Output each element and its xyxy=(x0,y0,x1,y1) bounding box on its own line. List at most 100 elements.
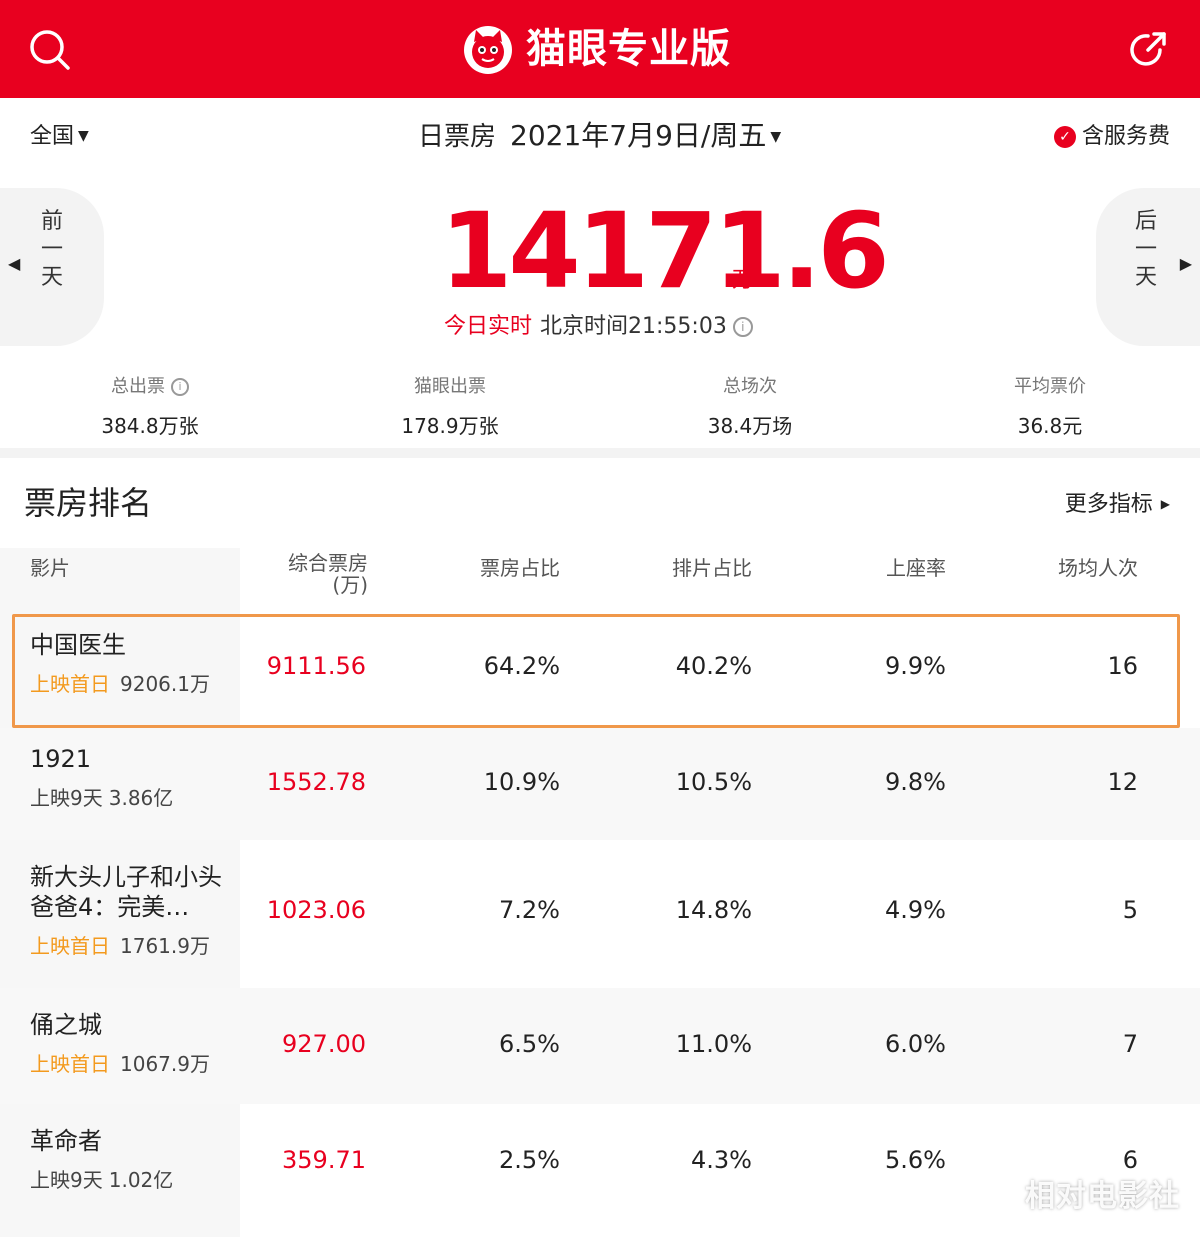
table-row[interactable]: 中国医生 上映首日 9206.1万 9111.56 64.2% 40.2% 9.9… xyxy=(0,612,1200,728)
service-fee-toggle[interactable]: ✓ 含服务费 xyxy=(1053,118,1170,150)
cumulative-box-office: 1.02亿 xyxy=(108,1168,174,1192)
release-status: 上映9天 xyxy=(30,1168,103,1192)
film-name: 俑之城 xyxy=(30,1011,102,1039)
box-office-value: 1552.78 xyxy=(266,768,366,796)
box-share-value: 2.5% xyxy=(499,1146,560,1174)
column-header-schedule-share[interactable]: 排片占比 xyxy=(620,552,752,581)
film-cell: 俑之城 上映首日 1067.9万 xyxy=(30,1010,230,1077)
stat-label: 猫眼出票 xyxy=(414,376,486,397)
schedule-share-value: 11.0% xyxy=(675,1030,752,1058)
service-fee-label: 含服务费 xyxy=(1081,124,1170,149)
avg-attendance-value: 7 xyxy=(1122,1030,1138,1058)
cumulative-box-office: 1067.9万 xyxy=(120,1052,210,1076)
realtime-line: 今日实时 北京时间21:55:03 i xyxy=(444,308,753,340)
cumulative-box-office: 1761.9万 xyxy=(120,934,210,958)
ranking-title: 票房排名 xyxy=(24,484,153,522)
chevron-right-icon: ▶ xyxy=(1179,254,1192,273)
cumulative-box-office: 9206.1万 xyxy=(120,672,210,696)
search-icon[interactable] xyxy=(28,28,72,72)
daily-total-panel: ◀ 前一天 14171.6 万 今日实时 北京时间21:55:03 i 后一天 ▶ xyxy=(0,170,1200,360)
film-cell: 1921 上映9天 3.86亿 xyxy=(30,744,230,811)
chevron-left-icon: ◀ xyxy=(8,254,21,273)
stat-total-tickets: 总出票 i 384.8万张 xyxy=(0,372,300,448)
region-selector[interactable]: 全国 ▼ xyxy=(30,118,89,150)
more-metrics-label: 更多指标 xyxy=(1064,492,1153,517)
film-cell: 新大头儿子和小头爸爸4：完美… 上映首日 1761.9万 xyxy=(30,862,230,959)
box-share-value: 64.2% xyxy=(483,652,560,680)
stat-value: 384.8万张 xyxy=(101,414,199,438)
schedule-share-value: 14.8% xyxy=(675,896,752,924)
stat-label: 总出票 xyxy=(111,376,165,397)
cumulative-box-office: 3.86亿 xyxy=(108,786,174,810)
app-title: 猫眼专业版 xyxy=(526,26,731,72)
stat-value: 36.8元 xyxy=(1017,414,1083,438)
stats-row: 总出票 i 384.8万张 猫眼出票 178.9万张 总场次 38.4万场 平均票… xyxy=(0,372,1200,448)
seat-rate-value: 9.9% xyxy=(885,652,946,680)
more-metrics-button[interactable]: 更多指标 ▶ xyxy=(1065,486,1170,518)
column-header-avg-attendance[interactable]: 场均人次 xyxy=(1000,552,1138,581)
next-day-button[interactable]: 后一天 ▶ xyxy=(1096,188,1200,346)
stat-maoyan-tickets: 猫眼出票 178.9万张 xyxy=(300,372,600,448)
info-icon[interactable]: i xyxy=(171,378,189,396)
date-text: 2021年7月9日/周五 xyxy=(510,119,767,152)
film-name: 新大头儿子和小头爸爸4：完美… xyxy=(30,863,222,921)
film-name: 中国医生 xyxy=(30,631,126,659)
dropdown-triangle-icon: ▼ xyxy=(770,129,782,145)
avg-attendance-value: 16 xyxy=(1107,652,1138,680)
daily-box-office-label: 日票房 xyxy=(418,122,497,152)
share-icon[interactable] xyxy=(1126,28,1170,72)
stat-avg-price: 平均票价 36.8元 xyxy=(900,372,1200,448)
table-row[interactable]: 革命者 上映9天 1.02亿 359.71 2.5% 4.3% 5.6% 6 xyxy=(0,1104,1200,1224)
seat-rate-value: 4.9% xyxy=(885,896,946,924)
section-divider xyxy=(0,448,1200,458)
box-office-value: 359.71 xyxy=(282,1146,366,1174)
avg-attendance-value: 6 xyxy=(1122,1146,1138,1174)
column-header-box-office[interactable]: 综合票房(万) xyxy=(278,552,368,596)
date-bar: 全国 ▼ 日票房 2021年7月9日/周五 ▼ ✓ 含服务费 xyxy=(0,98,1200,170)
stat-label: 总场次 xyxy=(723,376,777,397)
table-row[interactable]: 俑之城 上映首日 1067.9万 927.00 6.5% 11.0% 6.0% 7 xyxy=(0,988,1200,1104)
box-office-value: 1023.06 xyxy=(266,896,366,924)
total-unit: 万 xyxy=(732,268,755,293)
film-name: 1921 xyxy=(30,745,92,773)
previous-day-label: 前一天 xyxy=(40,209,63,290)
box-share-value: 10.9% xyxy=(483,768,560,796)
seat-rate-value: 5.6% xyxy=(885,1146,946,1174)
avg-attendance-value: 12 xyxy=(1107,768,1138,796)
ranking-table: 中国医生 上映首日 9206.1万 9111.56 64.2% 40.2% 9.9… xyxy=(0,612,1200,1224)
film-cell: 革命者 上映9天 1.02亿 xyxy=(30,1126,230,1193)
box-office-value: 927.00 xyxy=(282,1030,366,1058)
check-icon: ✓ xyxy=(1053,126,1076,148)
release-status: 上映首日 xyxy=(30,934,110,958)
app-header: 猫眼专业版 xyxy=(0,0,1200,98)
schedule-share-value: 10.5% xyxy=(675,768,752,796)
info-icon[interactable]: i xyxy=(732,317,753,337)
seat-rate-value: 6.0% xyxy=(885,1030,946,1058)
stat-value: 178.9万张 xyxy=(401,414,499,438)
column-header-seat-rate[interactable]: 上座率 xyxy=(820,552,946,581)
box-office-value: 9111.56 xyxy=(266,652,366,680)
release-status: 上映9天 xyxy=(30,786,103,810)
film-name: 革命者 xyxy=(30,1127,102,1155)
ranking-header: 票房排名 更多指标 ▶ xyxy=(0,458,1200,542)
stat-label: 平均票价 xyxy=(1014,376,1086,397)
avg-attendance-value: 5 xyxy=(1122,896,1138,924)
total-box-office-value: 14171.6 xyxy=(440,190,890,312)
watermark-text: 相对电影社 xyxy=(1025,1179,1180,1214)
maoyan-cat-logo-icon xyxy=(464,26,512,74)
schedule-share-value: 40.2% xyxy=(675,652,752,680)
release-status: 上映首日 xyxy=(30,672,110,696)
next-day-label: 后一天 xyxy=(1134,209,1157,290)
date-selector[interactable]: 日票房 2021年7月9日/周五 ▼ xyxy=(418,114,781,154)
dropdown-triangle-icon: ▼ xyxy=(78,128,89,144)
previous-day-button[interactable]: ◀ 前一天 xyxy=(0,188,104,346)
table-header: 影片 综合票房(万) 票房占比 排片占比 上座率 场均人次 xyxy=(0,542,1200,612)
column-header-box-share[interactable]: 票房占比 xyxy=(430,552,560,581)
schedule-share-value: 4.3% xyxy=(691,1146,752,1174)
table-row[interactable]: 新大头儿子和小头爸爸4：完美… 上映首日 1761.9万 1023.06 7.2%… xyxy=(0,840,1200,988)
stat-total-shows: 总场次 38.4万场 xyxy=(600,372,900,448)
box-share-value: 7.2% xyxy=(499,896,560,924)
table-row[interactable]: 1921 上映9天 3.86亿 1552.78 10.9% 10.5% 9.8% … xyxy=(0,728,1200,840)
column-header-film[interactable]: 影片 xyxy=(30,552,70,581)
chevron-right-icon: ▶ xyxy=(1160,497,1170,511)
